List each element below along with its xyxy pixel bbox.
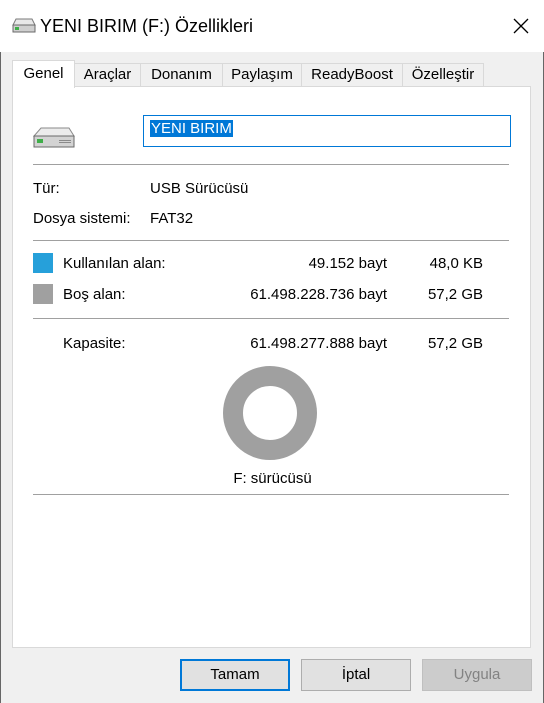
drive-caption: F: sürücüsü: [233, 470, 312, 487]
free-space-size: 57,2 GB: [427, 286, 483, 303]
used-space-size: 48,0 KB: [429, 255, 483, 272]
general-tab-panel: YENI BIRIM Tür: USB Sürücüsü Dosya siste…: [12, 86, 531, 648]
capacity-bytes: 61.498.277.888 bayt: [250, 335, 387, 352]
type-value: USB Sürücüsü: [150, 180, 249, 197]
free-space-bytes: 61.498.228.736 bayt: [250, 286, 387, 303]
divider: [33, 164, 509, 165]
window-border-left: [0, 0, 1, 703]
capacity-size: 57,2 GB: [427, 335, 483, 352]
used-space-label: Kullanılan alan:: [63, 255, 166, 272]
tab-readyboost[interactable]: ReadyBoost: [301, 63, 403, 87]
apply-button[interactable]: Uygula: [422, 659, 532, 691]
tab-paylasim[interactable]: Paylaşım: [222, 63, 302, 87]
tab-donanim[interactable]: Donanım: [140, 63, 223, 87]
ok-button[interactable]: Tamam: [180, 659, 290, 691]
usb-drive-icon: [12, 18, 36, 33]
divider: [33, 494, 509, 495]
free-space-swatch: [33, 284, 53, 304]
volume-name-input[interactable]: YENI BIRIM: [143, 115, 511, 147]
title-bar[interactable]: YENI BIRIM (F:) Özellikleri: [0, 0, 544, 52]
free-space-ring: [223, 366, 317, 460]
free-space-label: Boş alan:: [63, 286, 126, 303]
drive-icon: [33, 127, 75, 148]
tab-ozellestir[interactable]: Özelleştir: [402, 63, 484, 87]
close-button[interactable]: [498, 0, 544, 52]
type-label: Tür:: [33, 180, 60, 197]
volume-name-text: YENI BIRIM: [150, 120, 233, 137]
used-space-swatch: [33, 253, 53, 273]
capacity-label: Kapasite:: [63, 335, 126, 352]
cancel-button[interactable]: İptal: [301, 659, 411, 691]
tab-genel[interactable]: Genel: [12, 60, 75, 88]
file-system-value: FAT32: [150, 210, 194, 227]
tab-araclar[interactable]: Araçlar: [74, 63, 141, 87]
close-icon: [513, 18, 529, 34]
disk-usage-donut: [223, 366, 317, 460]
divider: [33, 240, 509, 241]
window-title: YENI BIRIM (F:) Özellikleri: [40, 16, 254, 36]
file-system-label: Dosya sistemi:: [33, 210, 131, 227]
used-space-bytes: 49.152 bayt: [308, 255, 387, 272]
divider: [33, 318, 509, 319]
